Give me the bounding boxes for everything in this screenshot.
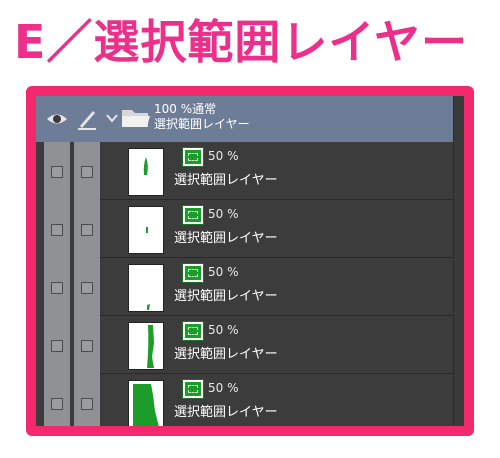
layer-name: 選択範囲レイヤー [174, 347, 278, 362]
folder-opacity-blend: 100 %通常 [154, 102, 217, 116]
visibility-checkbox[interactable] [51, 340, 63, 352]
lock-checkbox[interactable] [81, 166, 93, 178]
layer-opacity: 50 % [208, 323, 239, 337]
layer-thumbnail [128, 148, 164, 196]
folder-name: 選択範囲レイヤー [154, 117, 250, 131]
layer-panel: 100 %通常 選択範囲レイヤー 50 % 選択範囲レイヤー 50 % 選択範囲… [36, 96, 464, 426]
layer-name: 選択範囲レイヤー [174, 173, 278, 188]
layer-opacity: 50 % [208, 381, 239, 395]
layer-name: 選択範囲レイヤー [174, 231, 278, 246]
visibility-checkbox[interactable] [51, 166, 63, 178]
selection-mask-icon [182, 321, 204, 341]
visibility-checkbox[interactable] [51, 224, 63, 236]
layer-opacity: 50 % [208, 265, 239, 279]
layer-name: 選択範囲レイヤー [174, 289, 278, 304]
layer-thumbnail [128, 322, 164, 370]
layer-row[interactable]: 50 % 選択範囲レイヤー [36, 258, 454, 316]
chevron-down-icon[interactable] [104, 110, 120, 126]
highlight-frame: 100 %通常 選択範囲レイヤー 50 % 選択範囲レイヤー 50 % 選択範囲… [26, 86, 474, 436]
lock-checkbox[interactable] [81, 282, 93, 294]
eye-icon[interactable] [44, 106, 70, 132]
scrollbar[interactable] [453, 96, 464, 426]
layer-thumbnail [128, 206, 164, 254]
selection-mask-icon [182, 205, 204, 225]
folder-open-icon [122, 110, 150, 127]
layer-opacity: 50 % [208, 149, 239, 163]
folder-label: 100 %通常 選択範囲レイヤー [154, 102, 250, 132]
pen-icon[interactable] [74, 106, 100, 132]
layer-opacity: 50 % [208, 207, 239, 221]
layer-folder-row[interactable]: 100 %通常 選択範囲レイヤー [36, 96, 454, 142]
layer-thumbnail [128, 264, 164, 312]
selection-mask-icon [182, 379, 204, 399]
lock-checkbox[interactable] [81, 340, 93, 352]
visibility-checkbox[interactable] [51, 282, 63, 294]
layer-thumbnail [128, 380, 164, 426]
layer-row[interactable]: 50 % 選択範囲レイヤー [36, 142, 454, 200]
layer-row[interactable]: 50 % 選択範囲レイヤー [36, 200, 454, 258]
layer-row[interactable]: 50 % 選択範囲レイヤー [36, 374, 454, 426]
lock-checkbox[interactable] [81, 224, 93, 236]
selection-mask-icon [182, 147, 204, 167]
layer-row[interactable]: 50 % 選択範囲レイヤー [36, 316, 454, 374]
visibility-checkbox[interactable] [51, 398, 63, 410]
lock-checkbox[interactable] [81, 398, 93, 410]
selection-mask-icon [182, 263, 204, 283]
layer-name: 選択範囲レイヤー [174, 405, 278, 420]
page-title: E／選択範囲レイヤー [14, 15, 469, 69]
